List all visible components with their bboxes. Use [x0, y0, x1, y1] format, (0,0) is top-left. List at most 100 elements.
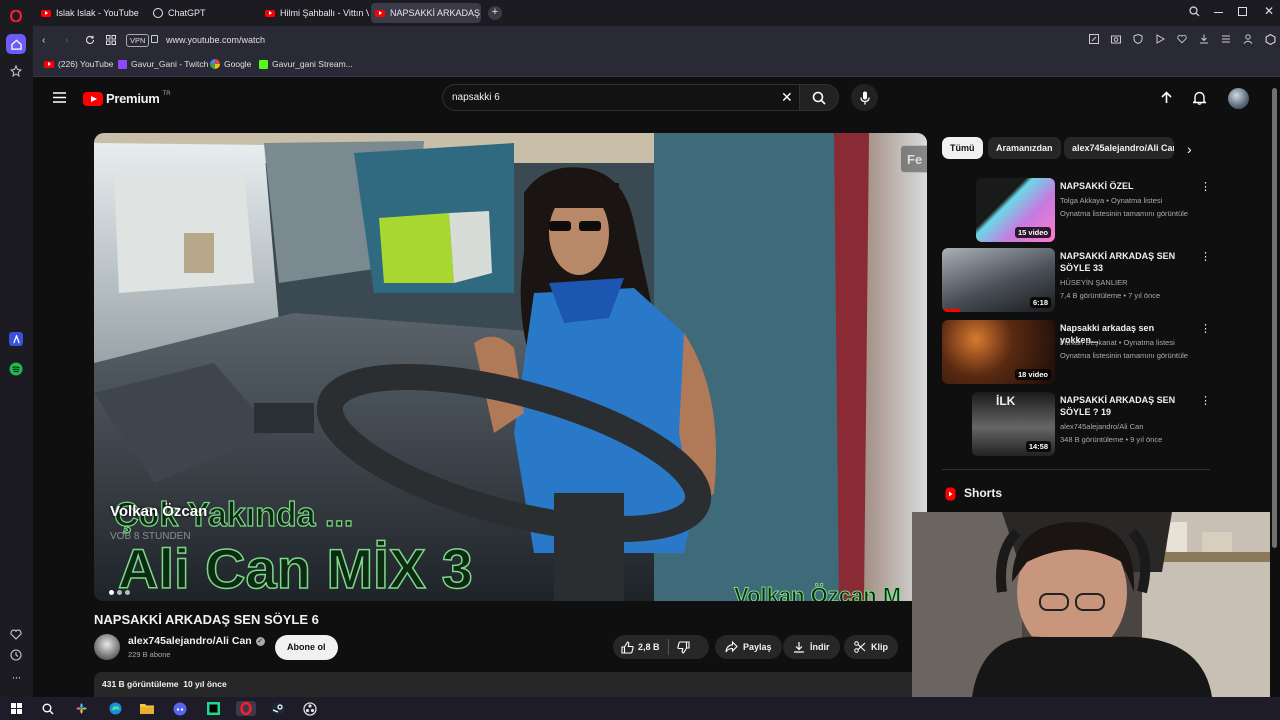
- recommendation-item[interactable]: 18 video Napsakki arkadaş sen yokken... …: [942, 320, 1212, 386]
- steam-icon[interactable]: [270, 701, 286, 716]
- recommendation-item[interactable]: 6:18 NAPSAKKİ ARKADAŞ SEN SÖYLE 33 HÜSEY…: [942, 248, 1212, 314]
- channel-name-row[interactable]: alex745alejandro/Ali Can ✓: [128, 635, 265, 647]
- recommendation-item[interactable]: 15 video NAPSAKKİ ÖZEL Tolga Akkaya • Oy…: [942, 178, 1212, 244]
- spotify-icon[interactable]: [7, 360, 25, 378]
- search-box[interactable]: napsakki 6 ✕: [442, 84, 799, 111]
- chip-from-search[interactable]: Aramanızdan: [988, 137, 1061, 159]
- logo-region: TR: [162, 91, 171, 97]
- bookmark-google[interactable]: Google: [210, 59, 251, 69]
- aria-icon[interactable]: [9, 332, 23, 346]
- opera-taskbar-icon[interactable]: [236, 701, 256, 716]
- notifications-bell-icon[interactable]: [1193, 91, 1206, 105]
- page-scrollbar[interactable]: [1270, 78, 1280, 697]
- photos-app-icon[interactable]: [73, 701, 89, 716]
- back-icon[interactable]: ‹: [42, 35, 45, 46]
- new-tab-plus-icon[interactable]: +: [488, 6, 502, 20]
- channel-avatar[interactable]: [94, 634, 120, 660]
- close-window-icon[interactable]: ✕: [1264, 4, 1274, 18]
- scrollbar-thumb[interactable]: [1272, 88, 1277, 548]
- download-icon[interactable]: [1199, 34, 1209, 44]
- bookmark-stream[interactable]: Gavur_gani Stream...: [259, 59, 353, 69]
- youtube-premium-logo[interactable]: Premium TR: [83, 91, 171, 106]
- bookmark-youtube[interactable]: (226) YouTube: [44, 59, 113, 69]
- video-player[interactable]: Çok Yakında ... Ali Can MİX 3 Volkan Özc…: [94, 133, 927, 601]
- file-explorer-icon[interactable]: [139, 701, 155, 716]
- opera-logo-icon[interactable]: [7, 7, 25, 25]
- camera-icon[interactable]: [1111, 34, 1121, 44]
- like-count[interactable]: 2,8 B: [638, 642, 660, 652]
- more-icon[interactable]: ···: [7, 668, 25, 686]
- subscribe-button[interactable]: Abone ol: [275, 635, 338, 660]
- clip-button[interactable]: Klip: [844, 635, 898, 659]
- thumb-caption: İLK: [996, 394, 1016, 408]
- play-icon[interactable]: [1155, 34, 1165, 44]
- recommendation-item[interactable]: İLK 14:58 NAPSAKKİ ARKADAŞ SEN SÖYLE ? 1…: [942, 392, 1212, 458]
- rec-title[interactable]: NAPSAKKİ ARKADAŞ SEN SÖYLE ? 19: [1060, 394, 1190, 418]
- edge-icon[interactable]: [107, 701, 123, 716]
- subscriber-count: 229 B abone: [128, 650, 171, 659]
- clear-search-icon[interactable]: ✕: [781, 89, 793, 106]
- extensions-cube-icon[interactable]: [1265, 34, 1276, 45]
- chip-channel[interactable]: alex745alejandro/Ali Can: [1064, 137, 1174, 159]
- user-icon[interactable]: [1243, 34, 1253, 44]
- bookmark-label: Google: [224, 59, 252, 69]
- end-screen-element[interactable]: Fe: [900, 145, 927, 173]
- share-button[interactable]: Paylaş: [715, 635, 782, 659]
- bookmark-twitch[interactable]: Gavur_Gani - Twitch: [118, 59, 208, 69]
- search-button[interactable]: [799, 84, 839, 111]
- discord-icon[interactable]: [172, 701, 188, 716]
- rec-channel: Furkan Beşkanat • Oynatma listesi: [1060, 338, 1175, 347]
- vpn-badge[interactable]: VPN: [126, 34, 150, 47]
- history-icon[interactable]: [7, 646, 25, 664]
- pill-divider: [667, 639, 669, 655]
- video-thumbnail[interactable]: 6:18: [942, 248, 1055, 312]
- search-icon[interactable]: [40, 701, 56, 716]
- video-thumbnail[interactable]: İLK 14:58: [972, 392, 1055, 456]
- tab-chatgpt[interactable]: ChatGPT: [149, 3, 257, 23]
- heart-icon[interactable]: [1177, 34, 1187, 44]
- minimize-icon[interactable]: [1214, 12, 1223, 13]
- divider: [942, 469, 1210, 470]
- playlist-thumbnail[interactable]: 18 video: [942, 320, 1055, 384]
- rec-title[interactable]: NAPSAKKİ ÖZEL: [1060, 180, 1190, 192]
- download-button[interactable]: İndir: [783, 635, 840, 659]
- tab-hilmi[interactable]: Hilmi Şahballı - Vittın Vız...: [261, 3, 369, 23]
- edit-icon[interactable]: [1089, 34, 1099, 44]
- menu-lines-icon[interactable]: [1221, 34, 1231, 44]
- channel-name[interactable]: alex745alejandro/Ali Can: [128, 635, 252, 647]
- dislike-icon[interactable]: [676, 640, 690, 654]
- tab-islak-islak[interactable]: Islak Islak - YouTube: [37, 3, 145, 23]
- windows-start-icon[interactable]: [8, 701, 24, 716]
- chips-next-chevron-icon[interactable]: ›: [1187, 141, 1192, 157]
- shield-icon[interactable]: [1133, 34, 1143, 44]
- obs-icon[interactable]: [302, 701, 318, 716]
- more-options-icon[interactable]: ⋮: [1200, 394, 1211, 407]
- url-text[interactable]: www.youtube.com/watch: [166, 35, 265, 45]
- more-options-icon[interactable]: ⋮: [1200, 180, 1211, 193]
- toolbar-icons: [1089, 34, 1276, 45]
- verified-check-icon: ✓: [255, 636, 265, 646]
- tab-napsakki[interactable]: NAPSAKKİ ARKADAŞ SEN: [371, 3, 481, 23]
- rec-title[interactable]: NAPSAKKİ ARKADAŞ SEN SÖYLE 33: [1060, 250, 1190, 274]
- voice-search-button[interactable]: [851, 84, 878, 111]
- tab-search-icon[interactable]: [1189, 6, 1200, 17]
- search-input[interactable]: napsakki 6: [452, 92, 500, 103]
- heart-icon[interactable]: [7, 625, 25, 643]
- speed-dial-icon[interactable]: [7, 62, 25, 80]
- more-options-icon[interactable]: ⋮: [1200, 250, 1211, 263]
- hamburger-menu-icon[interactable]: [53, 92, 66, 103]
- description-box[interactable]: 431 B görüntüleme 10 yıl önce: [94, 672, 934, 697]
- account-avatar[interactable]: [1228, 88, 1249, 109]
- upload-icon[interactable]: [1160, 91, 1173, 105]
- forward-icon[interactable]: ›: [65, 35, 68, 46]
- playlist-thumbnail[interactable]: 15 video: [976, 178, 1055, 242]
- pycharm-icon[interactable]: [205, 701, 221, 716]
- download-label: İndir: [810, 642, 830, 652]
- home-icon[interactable]: [6, 34, 26, 54]
- chip-all[interactable]: Tümü: [942, 137, 983, 159]
- like-icon[interactable]: [621, 640, 634, 654]
- maximize-icon[interactable]: [1238, 7, 1247, 16]
- more-options-icon[interactable]: ⋮: [1200, 322, 1211, 335]
- reload-icon[interactable]: [85, 35, 95, 45]
- tabs-grid-icon[interactable]: [106, 35, 116, 45]
